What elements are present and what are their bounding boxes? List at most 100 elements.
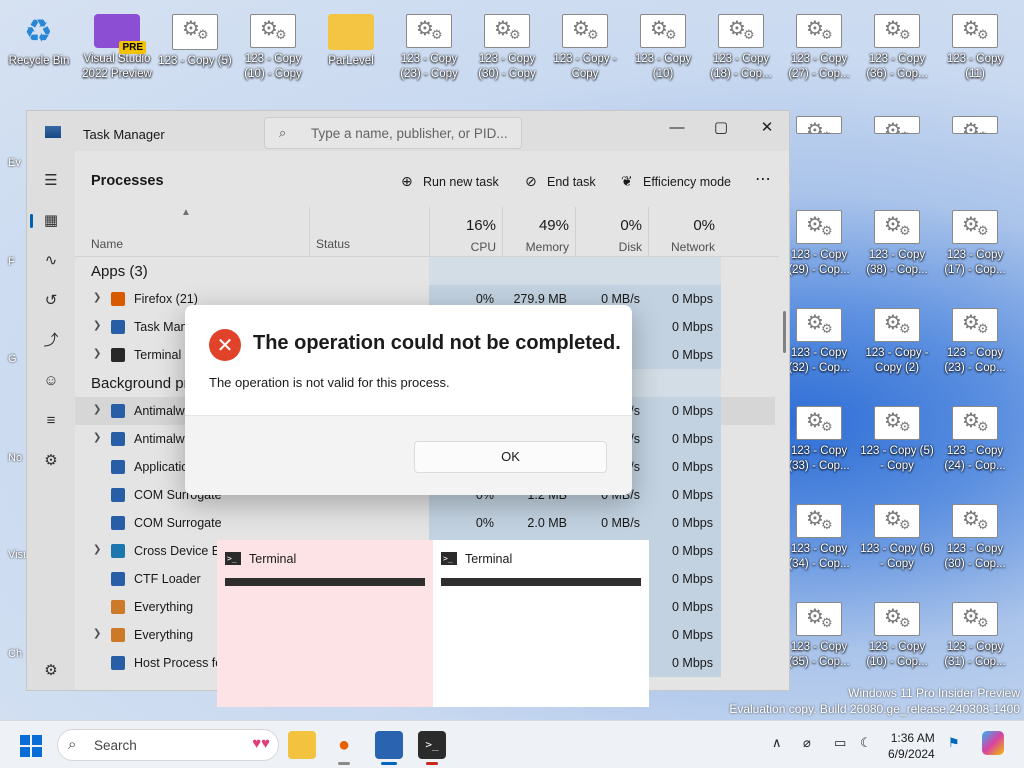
thumbnail-content	[441, 578, 641, 586]
terminal-thumbnail-2[interactable]: >_ Terminal	[433, 540, 649, 707]
show-hidden-icons-chevron-icon[interactable]: ∧	[772, 735, 782, 751]
desktop-icon[interactable]: 123 - Copy (23) - Copy	[390, 2, 468, 82]
desktop-icon[interactable]: 123 - Copy (29) - Cop...	[780, 198, 858, 278]
desktop-icon[interactable]: ParLevel	[312, 2, 390, 82]
desktop-icon-label: 123 - Copy - Copy	[553, 53, 617, 80]
desktop-icon-label: 123 - Copy (30) - Cop...	[944, 543, 1006, 570]
thumbnail-content	[225, 578, 425, 586]
desktop-icon-label: 123 - Copy (23) - Cop...	[944, 347, 1006, 374]
desktop-icon[interactable]: 123 - Copy (5)	[156, 2, 234, 82]
desktop-icon[interactable]: 123 - Copy (10) - Copy	[234, 2, 312, 82]
folder-icon	[328, 14, 374, 50]
settings-file-icon	[796, 504, 842, 538]
ok-button[interactable]: OK	[414, 441, 607, 473]
desktop-icon[interactable]	[936, 104, 1014, 134]
desktop-icon[interactable]: 123 - Copy (23) - Cop...	[936, 296, 1014, 376]
settings-file-icon	[952, 504, 998, 538]
recycle-bin-icon	[16, 12, 62, 50]
clock-time: 1:36 AM	[890, 731, 935, 745]
error-dialog: ✕ The operation could not be completed. …	[185, 305, 632, 495]
search-highlight-icon: ♥♥	[252, 735, 270, 752]
taskbar-search-box[interactable]: ⌕ Search ♥♥	[57, 729, 279, 761]
desktop-icon-label: 123 - Copy (6) - Copy	[860, 543, 934, 570]
desktop-icon[interactable]: 123 - Copy (32) - Cop...	[780, 296, 858, 376]
settings-file-icon	[796, 308, 842, 342]
desktop-icon[interactable]: 123 - Copy (34) - Cop...	[780, 492, 858, 572]
desktop-icon-label: 123 - Copy (17) - Cop...	[944, 249, 1006, 276]
desktop-icon-label: 123 - Copy (5)	[158, 55, 232, 67]
settings-file-icon	[874, 210, 920, 244]
visual-studio-icon	[94, 14, 146, 54]
settings-file-icon	[952, 116, 998, 134]
settings-file-icon	[874, 14, 920, 48]
settings-file-icon	[952, 308, 998, 342]
desktop-icon[interactable]: 123 - Copy (35) - Cop...	[780, 590, 858, 670]
terminal-icon: >_	[441, 552, 457, 565]
settings-file-icon	[406, 14, 452, 48]
settings-file-icon	[250, 14, 296, 48]
desktop-icon[interactable]: 123 - Copy (36) - Cop...	[858, 2, 936, 82]
desktop-icon[interactable]	[858, 104, 936, 134]
desktop-icon-label: Visual Studio 2022 Preview	[82, 53, 152, 80]
dialog-title: The operation could not be completed.	[253, 332, 621, 354]
settings-file-icon	[952, 602, 998, 636]
settings-file-icon	[796, 210, 842, 244]
desktop-icon[interactable]: 123 - Copy (17) - Cop...	[936, 198, 1014, 278]
dialog-footer: OK	[185, 415, 632, 495]
desktop-icon[interactable]: 123 - Copy (24) - Cop...	[936, 394, 1014, 474]
network-disconnected-icon[interactable]: ⌀	[803, 735, 811, 751]
desktop-icon[interactable]: 123 - Copy (31) - Cop...	[936, 590, 1014, 670]
desktop-icon[interactable]: 123 - Copy (30) - Copy	[468, 2, 546, 82]
thumbnail-title: Terminal	[249, 552, 297, 566]
desktop-icon-label: 123 - Copy (38) - Cop...	[866, 249, 928, 276]
desktop-icon-label: ParLevel	[328, 55, 374, 67]
desktop-icon-label: 123 - Copy (5) - Copy	[860, 445, 934, 472]
desktop-icon-label: 123 - Copy (11)	[946, 53, 1004, 80]
system-clock[interactable]: 1:36 AM 6/9/2024	[888, 730, 935, 762]
notification-bell-icon[interactable]: ⚑	[948, 735, 960, 751]
desktop-icon-label: 123 - Copy (33) - Cop...	[788, 445, 850, 472]
firefox-icon[interactable]: ●	[330, 731, 358, 765]
settings-file-icon	[874, 308, 920, 342]
desktop-icon[interactable]: 123 - Copy - Copy (2)	[858, 296, 936, 376]
desktop-icon[interactable]: 123 - Copy (30) - Cop...	[936, 492, 1014, 572]
desktop-icon-label: 123 - Copy (10) - Cop...	[866, 641, 928, 668]
terminal-icon: >_	[225, 552, 241, 565]
desktop-icon[interactable]: 123 - Copy (18) - Cop...	[702, 2, 780, 82]
desktop-icon-label: 123 - Copy - Copy (2)	[865, 347, 929, 374]
task-manager-taskbar-icon[interactable]	[375, 731, 403, 765]
settings-file-icon	[562, 14, 608, 48]
desktop-icon[interactable]: 123 - Copy (6) - Copy	[858, 492, 936, 572]
desktop-icon[interactable]: 123 - Copy (11)	[936, 2, 1014, 82]
terminal-taskbar-icon[interactable]: >_	[418, 731, 446, 765]
desktop-icon[interactable]: 123 - Copy (38) - Cop...	[858, 198, 936, 278]
thumbnail-title: Terminal	[465, 552, 513, 566]
display-icon[interactable]: ▭	[834, 735, 846, 751]
settings-file-icon	[952, 210, 998, 244]
search-icon: ⌕	[68, 736, 77, 753]
settings-file-icon	[874, 406, 920, 440]
desktop-icon[interactable]: 123 - Copy - Copy	[546, 2, 624, 82]
terminal-thumbnail-1[interactable]: >_ Terminal	[217, 540, 433, 707]
desktop-icon-label: 123 - Copy (27) - Cop...	[788, 53, 850, 80]
file-explorer-icon[interactable]	[288, 731, 316, 759]
desktop-icon-label: 123 - Copy (23) - Copy	[400, 53, 458, 80]
desktop-icon[interactable]: 123 - Copy (10) - Cop...	[858, 590, 936, 670]
taskbar-search-label: Search	[94, 738, 137, 753]
desktop-icon[interactable]: 123 - Copy (27) - Cop...	[780, 2, 858, 82]
start-button[interactable]	[20, 735, 42, 757]
desktop-icon[interactable]: 123 - Copy (33) - Cop...	[780, 394, 858, 474]
desktop-icon[interactable]: Visual Studio 2022 Preview	[78, 2, 156, 82]
desktop-icon-label: 123 - Copy (18) - Cop...	[710, 53, 772, 80]
desktop-icon[interactable]: 123 - Copy (10)	[624, 2, 702, 82]
desktop-icon[interactable]: 123 - Copy (5) - Copy	[858, 394, 936, 474]
copilot-icon[interactable]	[982, 731, 1004, 755]
desktop-icon[interactable]	[780, 104, 858, 134]
evaluation-watermark: Windows 11 Pro Insider Preview Evaluatio…	[729, 685, 1020, 717]
desktop-icon[interactable]: Recycle Bin	[0, 2, 78, 82]
settings-file-icon	[874, 116, 920, 134]
settings-file-icon	[796, 602, 842, 636]
desktop-icon-label: 123 - Copy (36) - Cop...	[866, 53, 928, 80]
focus-assist-icon[interactable]: ☾	[860, 735, 872, 751]
settings-file-icon	[874, 602, 920, 636]
